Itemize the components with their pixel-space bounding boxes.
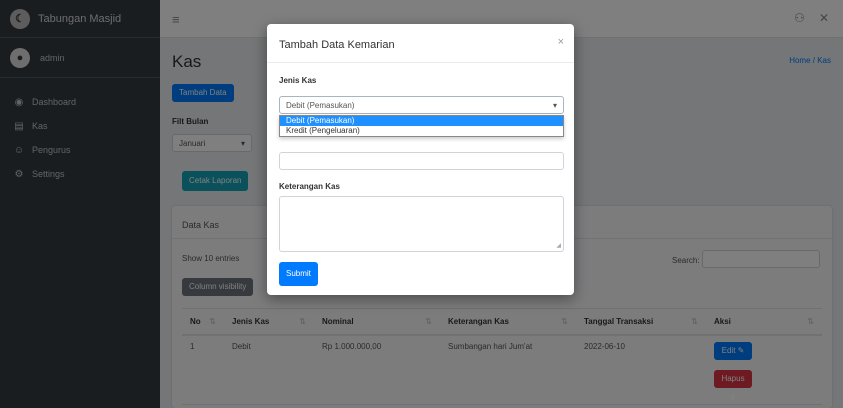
resize-handle-icon[interactable]: ◢ (556, 242, 561, 249)
option-kredit[interactable]: Kredit (Pengeluaran) (280, 126, 563, 136)
modal-title: Tambah Data Kemarian (279, 39, 395, 51)
chevron-down-icon: ▾ (552, 100, 557, 110)
jenis-kas-value: Debit (Pemasukan) (286, 100, 355, 110)
option-debit[interactable]: Debit (Pemasukan) (280, 116, 563, 126)
add-data-modal: Tambah Data Kemarian × Jenis Kas Debit (… (267, 24, 574, 295)
keterangan-kas-label: Keterangan Kas (279, 182, 340, 191)
jenis-kas-label: Jenis Kas (279, 76, 317, 85)
nominal-input[interactable] (279, 152, 564, 170)
modal-divider (267, 62, 574, 63)
jenis-kas-dropdown: Debit (Pemasukan) Kredit (Pengeluaran) (279, 115, 564, 137)
submit-button[interactable]: Submit (279, 262, 318, 286)
close-icon[interactable]: × (558, 36, 564, 48)
keterangan-kas-textarea[interactable]: ◢ (279, 196, 564, 252)
jenis-kas-select[interactable]: Debit (Pemasukan) ▾ (279, 96, 564, 114)
